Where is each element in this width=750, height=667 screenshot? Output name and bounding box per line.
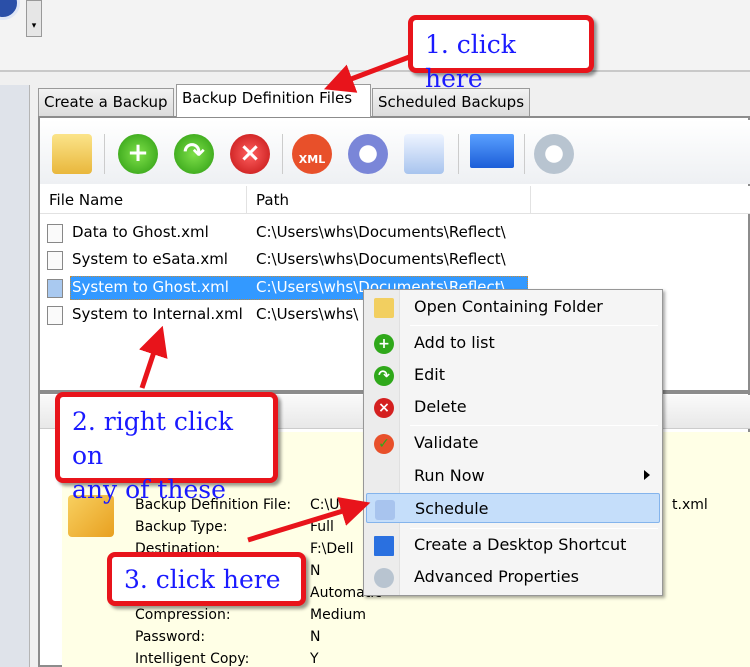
arrow-step2 [139,325,168,389]
arrow-step3 [247,497,371,543]
callout-step1: 1. click here [408,15,594,93]
arrow-step1 [323,53,413,93]
callout-step3: 3. click here [107,552,306,606]
callout-text: 2. right click on [72,407,233,470]
callout-text: any of these [72,475,226,504]
callout-step2: 2. right click on any of these [55,392,278,504]
